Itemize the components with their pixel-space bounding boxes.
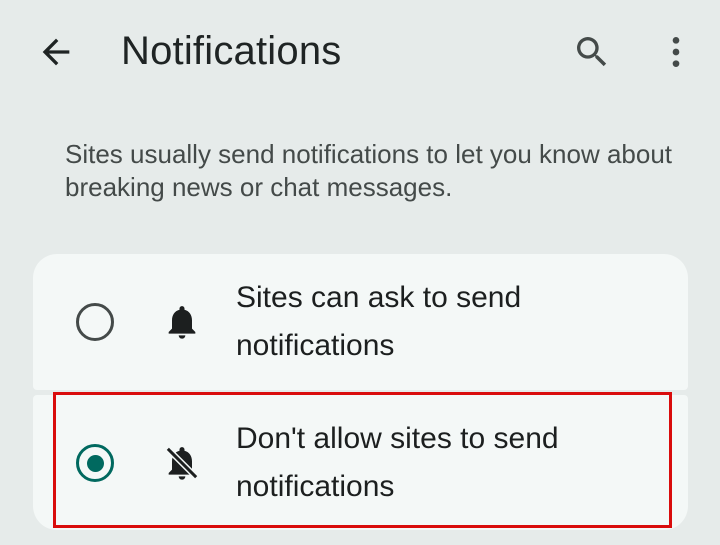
option-label: Sites can ask to send notifications [236, 281, 522, 362]
more-options-button[interactable] [652, 24, 700, 80]
option-label: Don't allow sites to send notifications [236, 422, 559, 503]
search-button[interactable] [562, 24, 622, 80]
option-dont-allow[interactable]: Don't allow sites to send notifications [33, 395, 688, 530]
radio-button-unselected[interactable] [76, 303, 114, 341]
option-sites-can-ask[interactable]: Sites can ask to send notifications [33, 254, 688, 390]
radio-button-selected[interactable] [76, 444, 114, 482]
radio-dot [86, 454, 104, 472]
notification-options-group: Sites can ask to send notifications Don'… [33, 254, 688, 530]
bell-icon [161, 301, 203, 343]
more-vert-icon [672, 37, 680, 67]
bell-off-icon [161, 442, 203, 484]
back-button[interactable] [26, 24, 86, 80]
notifications-description: Sites usually send notifications to let … [65, 139, 673, 202]
search-icon [577, 37, 607, 67]
top-app-bar: Notifications [0, 0, 720, 104]
page-title: Notifications [121, 29, 342, 73]
arrow-back-icon [42, 38, 70, 66]
